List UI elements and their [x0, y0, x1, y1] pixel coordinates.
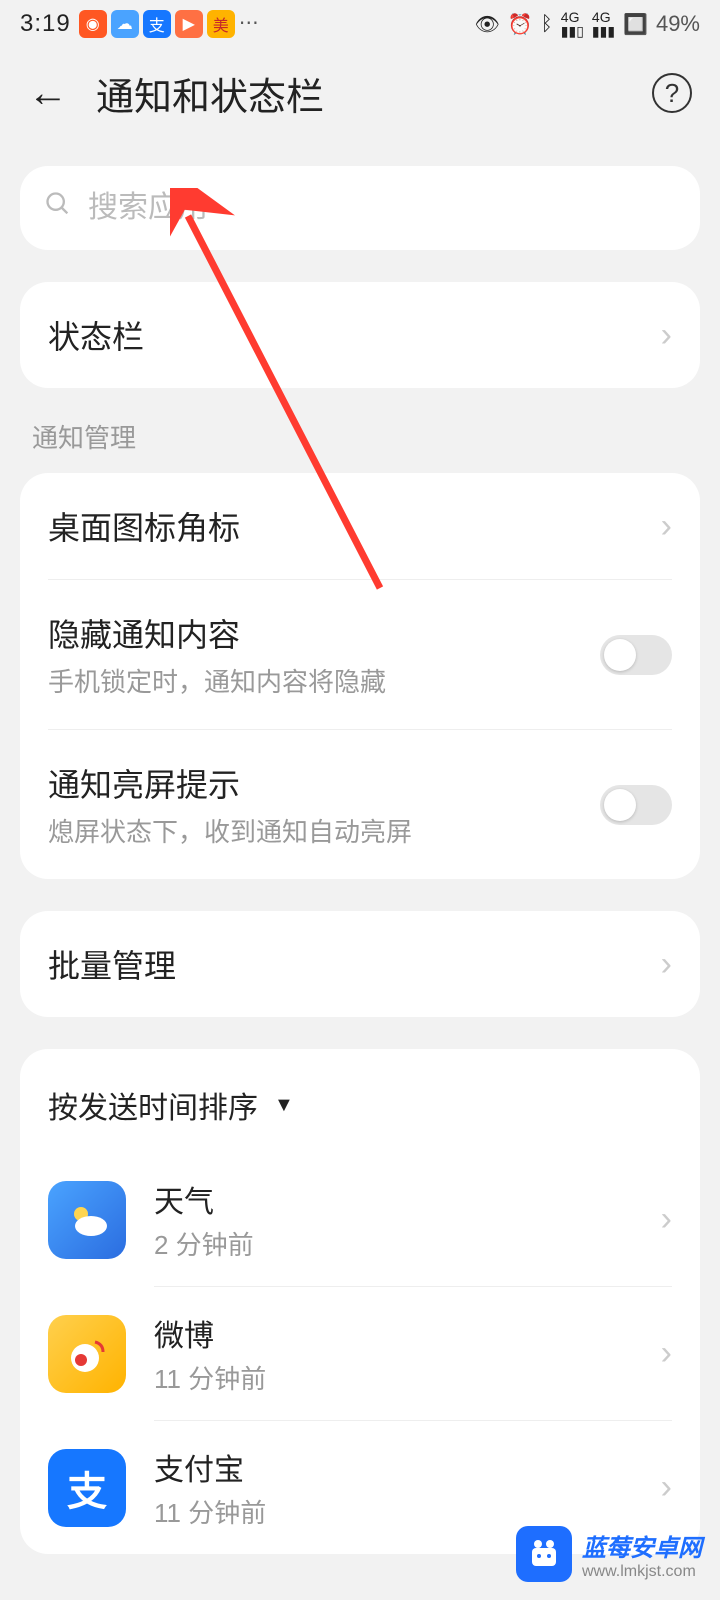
weibo-app-icon: [48, 1315, 126, 1393]
more-tray-icon: ⋯: [239, 10, 259, 38]
chevron-right-icon: ›: [661, 1468, 672, 1507]
search-icon: [44, 190, 72, 226]
batch-card: 批量管理 ›: [20, 911, 700, 1017]
watermark-icon: [516, 1526, 572, 1582]
caret-down-icon: ▼: [274, 1094, 294, 1117]
app-time: 11 分钟前: [154, 1359, 633, 1396]
search-card[interactable]: [20, 166, 700, 250]
eye-icon: 👁: [475, 12, 500, 37]
battery-icon: 🔲: [623, 12, 648, 37]
batch-label: 批量管理: [48, 941, 661, 987]
statusbar-label: 状态栏: [48, 312, 661, 358]
chevron-right-icon: ›: [661, 316, 672, 355]
section-notification-management: 通知管理: [20, 388, 700, 473]
app-item-weather[interactable]: 天气 2 分钟前 ›: [20, 1153, 700, 1286]
chevron-right-icon: ›: [661, 1334, 672, 1373]
app-name: 微博: [154, 1311, 633, 1355]
search-input[interactable]: [88, 191, 676, 225]
alipay-app-icon: 支: [48, 1449, 126, 1527]
hide-title: 隐藏通知内容: [48, 610, 600, 656]
alarm-icon: ⏰: [508, 12, 533, 37]
sort-dropdown[interactable]: 按发送时间排序 ▼: [20, 1049, 700, 1153]
wake-toggle[interactable]: [600, 785, 672, 825]
chevron-right-icon: ›: [661, 507, 672, 546]
bluetooth-icon: ᛒ: [541, 13, 553, 36]
chevron-right-icon: ›: [661, 945, 672, 984]
app-time: 11 分钟前: [154, 1493, 633, 1530]
app-list-card: 按发送时间排序 ▼ 天气 2 分钟前 › 微博 11 分钟前 ›: [20, 1049, 700, 1554]
weather-tray-icon: ☁: [111, 10, 139, 38]
chevron-right-icon: ›: [661, 1200, 672, 1239]
page-title: 通知和状态栏: [96, 66, 624, 121]
notification-management-card: 桌面图标角标 › 隐藏通知内容 手机锁定时，通知内容将隐藏 通知亮屏提示 熄屏状…: [20, 473, 700, 879]
meituan-tray-icon: 美: [207, 10, 235, 38]
badge-label: 桌面图标角标: [48, 503, 661, 549]
hide-sub: 手机锁定时，通知内容将隐藏: [48, 662, 600, 699]
statusbar-item[interactable]: 状态栏 ›: [20, 282, 700, 388]
status-right: 👁 ⏰ ᛒ 4G▮▮▯ 4G▮▮▮ 🔲 49%: [475, 10, 701, 38]
sort-label: 按发送时间排序: [48, 1083, 258, 1127]
app-name: 天气: [154, 1177, 633, 1221]
back-button[interactable]: ←: [28, 71, 68, 116]
weather-app-icon: [48, 1181, 126, 1259]
watermark: 蓝莓安卓网 www.lmkjst.com: [516, 1526, 702, 1582]
wake-title: 通知亮屏提示: [48, 760, 600, 806]
hide-toggle[interactable]: [600, 635, 672, 675]
alipay-tray-icon: 支: [143, 10, 171, 38]
status-app-icons: ◉ ☁ 支 ▶ 美 ⋯: [79, 10, 259, 38]
badge-item[interactable]: 桌面图标角标 ›: [20, 473, 700, 579]
statusbar-card: 状态栏 ›: [20, 282, 700, 388]
weibo-tray-icon: ◉: [79, 10, 107, 38]
watermark-title: 蓝莓安卓网: [582, 1528, 702, 1563]
signal2-icon: 4G▮▮▮: [592, 10, 615, 38]
wake-sub: 熄屏状态下，收到通知自动亮屏: [48, 812, 600, 849]
watermark-url: www.lmkjst.com: [582, 1563, 702, 1581]
app-item-weibo[interactable]: 微博 11 分钟前 ›: [20, 1287, 700, 1420]
battery-percent: 49%: [656, 11, 700, 37]
status-left: 3:19 ◉ ☁ 支 ▶ 美 ⋯: [20, 10, 259, 38]
hide-notification-item[interactable]: 隐藏通知内容 手机锁定时，通知内容将隐藏: [20, 580, 700, 729]
status-bar: 3:19 ◉ ☁ 支 ▶ 美 ⋯ 👁 ⏰ ᛒ 4G▮▮▯ 4G▮▮▮ 🔲 49%: [0, 0, 720, 48]
app-name: 支付宝: [154, 1445, 633, 1489]
status-time: 3:19: [20, 10, 71, 38]
app-time: 2 分钟前: [154, 1225, 633, 1262]
video-tray-icon: ▶: [175, 10, 203, 38]
signal1-icon: 4G▮▮▯: [561, 10, 584, 38]
help-button[interactable]: ?: [652, 73, 692, 113]
header: ← 通知和状态栏 ?: [0, 48, 720, 138]
batch-item[interactable]: 批量管理 ›: [20, 911, 700, 1017]
wake-screen-item[interactable]: 通知亮屏提示 熄屏状态下，收到通知自动亮屏: [20, 730, 700, 879]
